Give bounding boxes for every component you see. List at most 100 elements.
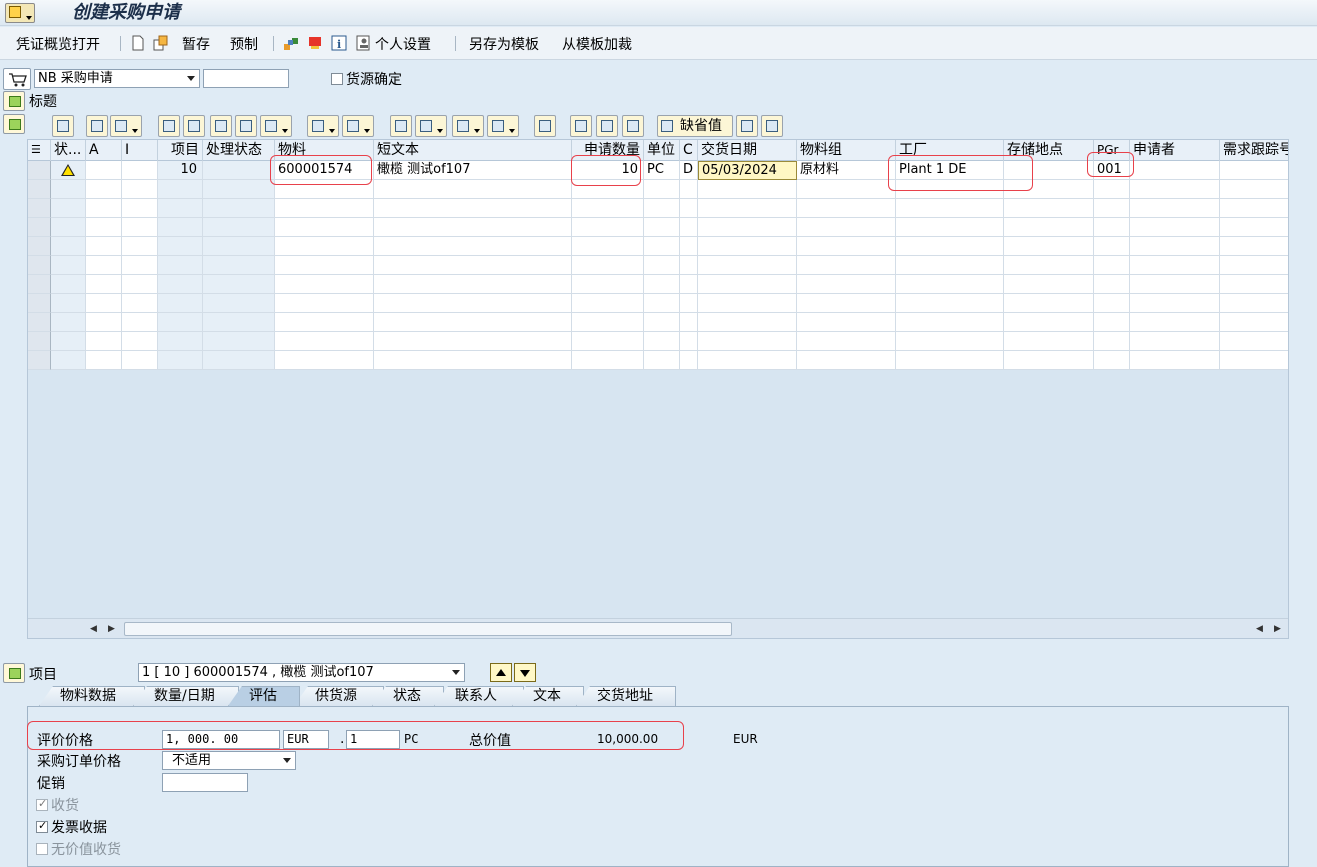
row-selector[interactable] xyxy=(28,199,51,218)
grid-cell[interactable] xyxy=(122,294,158,313)
grid-cell[interactable] xyxy=(122,351,158,370)
grid-cell[interactable] xyxy=(572,199,644,218)
grid-cell[interactable] xyxy=(86,332,122,351)
grid-cell[interactable] xyxy=(698,275,797,294)
grid-cell[interactable] xyxy=(86,237,122,256)
horizontal-scrollbar[interactable]: ◀ ▶ ◀ ▶ xyxy=(28,618,1288,638)
find-next-icon[interactable] xyxy=(235,115,257,137)
grid-cell[interactable] xyxy=(572,256,644,275)
grid-cell[interactable] xyxy=(572,237,644,256)
grid-cell[interactable] xyxy=(698,237,797,256)
transaction-menu-icon[interactable] xyxy=(5,3,35,23)
currency-input[interactable]: EUR xyxy=(283,730,329,749)
grid-cell[interactable] xyxy=(1004,180,1094,199)
grid-cell[interactable] xyxy=(122,256,158,275)
grid-cell[interactable] xyxy=(698,332,797,351)
grid-cell[interactable] xyxy=(1130,294,1220,313)
grid-cell[interactable] xyxy=(1220,275,1288,294)
grid-cell[interactable] xyxy=(644,332,680,351)
grid-cell[interactable] xyxy=(1004,199,1094,218)
grid-cell[interactable] xyxy=(1004,218,1094,237)
document-icon[interactable] xyxy=(736,115,758,137)
grid-cell[interactable] xyxy=(1220,180,1288,199)
grid-cell[interactable] xyxy=(1130,313,1220,332)
col-a[interactable]: A xyxy=(86,140,122,161)
cell-material-group[interactable]: 原材料 xyxy=(797,161,896,180)
grid-cell[interactable] xyxy=(896,180,1004,199)
grid-cell[interactable] xyxy=(1094,294,1130,313)
grid-cell[interactable] xyxy=(896,332,1004,351)
grid-cell[interactable] xyxy=(644,351,680,370)
grid-cell[interactable] xyxy=(374,237,572,256)
scroll-left-icon[interactable]: ◀ xyxy=(90,624,97,634)
grid-cell[interactable] xyxy=(572,332,644,351)
grid-cell[interactable] xyxy=(1004,275,1094,294)
load-from-template-button[interactable]: 从模板加裁 xyxy=(562,34,632,54)
grid-cell[interactable] xyxy=(122,199,158,218)
grid-info-icon[interactable] xyxy=(534,115,556,137)
default-values-button[interactable]: 缺省值 xyxy=(657,115,733,137)
copy-document-icon[interactable] xyxy=(153,35,169,51)
grid-cell[interactable] xyxy=(374,180,572,199)
save-as-template-button[interactable]: 另存为模板 xyxy=(469,34,539,54)
promotion-input[interactable] xyxy=(162,773,248,792)
grid-cell[interactable] xyxy=(698,180,797,199)
grid-cell[interactable] xyxy=(797,180,896,199)
po-price-select[interactable]: 不适用 xyxy=(162,751,296,770)
grid-cell[interactable] xyxy=(1130,161,1220,180)
grid-cell[interactable] xyxy=(86,199,122,218)
grid-cell[interactable] xyxy=(896,275,1004,294)
grid-cell[interactable] xyxy=(680,237,698,256)
grid-cell[interactable] xyxy=(374,256,572,275)
grid-cell[interactable] xyxy=(644,180,680,199)
grid-cell[interactable] xyxy=(1094,275,1130,294)
col-processing-status[interactable]: 处理状态 xyxy=(203,140,275,161)
grid-cell[interactable] xyxy=(374,351,572,370)
cell-material[interactable]: 600001574 xyxy=(275,161,374,180)
hold-button[interactable]: 暂存 xyxy=(182,34,210,54)
source-determination-checkbox[interactable] xyxy=(331,73,343,85)
grid-cell[interactable] xyxy=(122,313,158,332)
grid-cell[interactable] xyxy=(680,294,698,313)
col-status[interactable]: 状... xyxy=(51,140,86,161)
grid-cell[interactable] xyxy=(1130,218,1220,237)
tab-material-data[interactable]: 物料数据 xyxy=(39,686,145,706)
grid-cell[interactable] xyxy=(896,218,1004,237)
row-selector[interactable] xyxy=(28,180,51,199)
grid-cell[interactable] xyxy=(1130,237,1220,256)
grid-cell[interactable] xyxy=(275,275,374,294)
grid-cell[interactable] xyxy=(275,313,374,332)
approve-icon[interactable] xyxy=(596,115,618,137)
grid-cell[interactable] xyxy=(797,332,896,351)
next-item-button[interactable] xyxy=(514,663,536,682)
grid-cell[interactable] xyxy=(572,351,644,370)
row-selector[interactable] xyxy=(28,313,51,332)
col-i[interactable]: I xyxy=(122,140,158,161)
tab-quantity-date[interactable]: 数量/日期 xyxy=(133,686,239,706)
cell-unit[interactable]: PC xyxy=(644,161,680,180)
grid-cell[interactable] xyxy=(797,218,896,237)
grid-cell[interactable] xyxy=(1004,161,1094,180)
info-icon[interactable]: i xyxy=(331,35,347,51)
row-selector[interactable] xyxy=(28,275,51,294)
grid-cell[interactable] xyxy=(275,256,374,275)
grid-cell[interactable] xyxy=(374,332,572,351)
col-plant[interactable]: 工厂 xyxy=(896,140,1004,161)
grid-cell[interactable] xyxy=(896,199,1004,218)
cell-quantity[interactable]: 10 xyxy=(572,161,644,180)
sort-ascending-icon[interactable] xyxy=(158,115,180,137)
grid-cell[interactable] xyxy=(644,256,680,275)
grid-cell[interactable] xyxy=(1220,256,1288,275)
grid-cell[interactable] xyxy=(122,180,158,199)
copy-icon[interactable] xyxy=(761,115,783,137)
cell-pgr[interactable]: 001 xyxy=(1094,161,1130,180)
grid-cell[interactable] xyxy=(275,237,374,256)
personal-settings-icon[interactable] xyxy=(356,35,372,51)
grid-cell[interactable] xyxy=(1220,313,1288,332)
grid-cell[interactable] xyxy=(1004,237,1094,256)
grid-cell[interactable] xyxy=(1130,351,1220,370)
row-selector[interactable] xyxy=(28,332,51,351)
col-tracking-number[interactable]: 需求跟踪号 xyxy=(1220,140,1288,161)
document-overview-button[interactable] xyxy=(3,68,31,90)
grid-cell[interactable] xyxy=(797,199,896,218)
